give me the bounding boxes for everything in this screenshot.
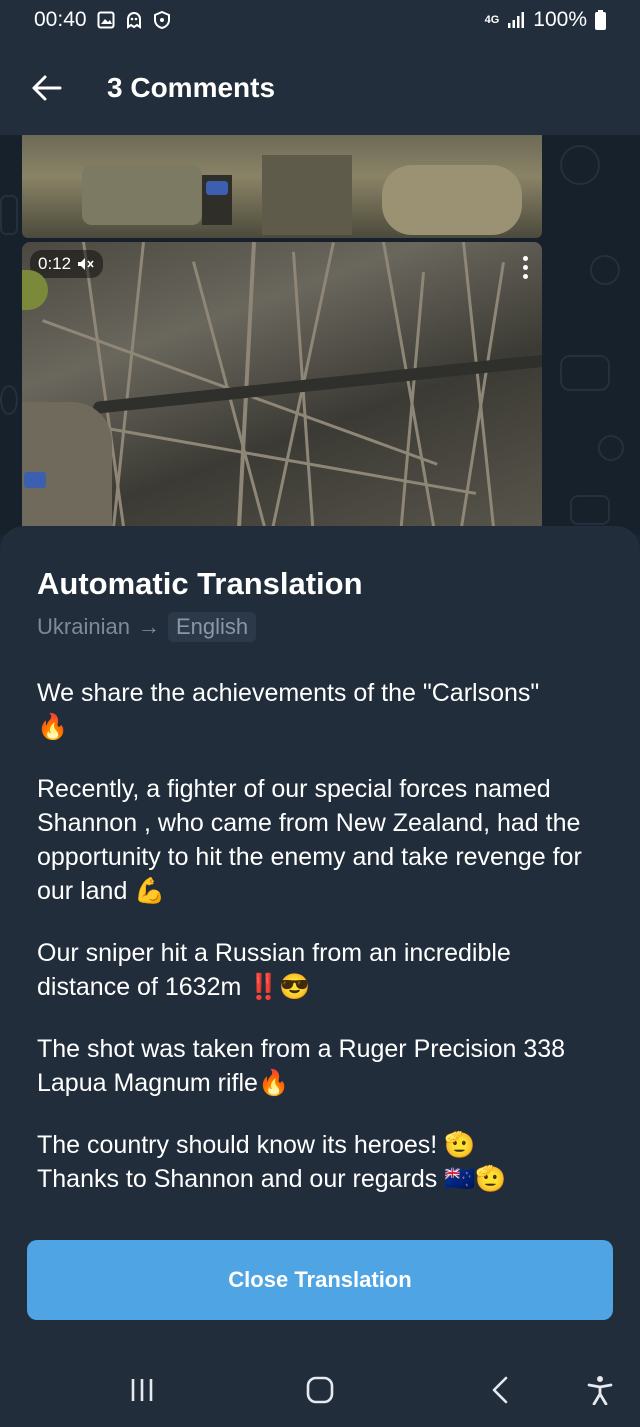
back-icon <box>492 1376 508 1404</box>
recent-apps-button[interactable] <box>122 1372 162 1408</box>
battery-icon <box>595 10 606 30</box>
paragraph: The country should know its heroes! 🫡 Th… <box>37 1131 507 1193</box>
paragraph: The shot was taken from a Ruger Precisio… <box>37 1035 566 1097</box>
paragraph: Recently, a fighter of our special force… <box>37 775 582 905</box>
ghost-icon <box>126 12 141 29</box>
paragraph: We share the achievements of the "Carlso… <box>37 679 540 741</box>
page-title: 3 Comments <box>107 71 276 103</box>
status-bar: 00:40 4G 100% <box>0 0 640 40</box>
accessibility-icon <box>587 1376 613 1405</box>
arrow-right-icon: → <box>137 614 160 639</box>
media-image[interactable] <box>22 135 542 238</box>
system-nav-bar <box>0 1352 640 1427</box>
recent-apps-icon <box>131 1379 153 1401</box>
sheet-title: Automatic Translation <box>37 566 363 601</box>
status-time: 00:40 <box>34 8 87 31</box>
source-language: Ukrainian <box>37 614 130 639</box>
media-video[interactable]: 0:12 <box>22 242 542 535</box>
chat-area: 0:12 <box>0 135 640 535</box>
target-language-selector[interactable]: English <box>167 612 257 642</box>
translated-text: We share the achievements of the "Carlso… <box>37 676 607 1224</box>
home-icon <box>306 1376 334 1404</box>
speaker-muted-icon[interactable] <box>77 257 95 271</box>
signal-icon <box>508 12 525 28</box>
shield-icon <box>153 11 170 29</box>
arrow-left-icon <box>32 75 62 100</box>
system-back-button[interactable] <box>480 1372 520 1408</box>
video-duration: 0:12 <box>38 254 72 273</box>
translation-sheet: Automatic Translation Ukrainian → Englis… <box>0 526 640 1352</box>
network-type: 4G <box>484 14 500 26</box>
close-translation-button[interactable]: Close Translation <box>27 1240 613 1320</box>
language-row: Ukrainian → English <box>37 612 257 642</box>
battery-percent: 100% <box>533 8 587 31</box>
accessibility-button[interactable] <box>580 1372 620 1408</box>
app-header: 3 Comments <box>0 40 640 135</box>
home-button[interactable] <box>300 1372 340 1408</box>
back-button[interactable] <box>17 58 77 118</box>
gallery-icon <box>97 11 115 29</box>
more-vertical-icon[interactable] <box>523 256 528 279</box>
paragraph: Our sniper hit a Russian from an incredi… <box>37 939 511 1001</box>
